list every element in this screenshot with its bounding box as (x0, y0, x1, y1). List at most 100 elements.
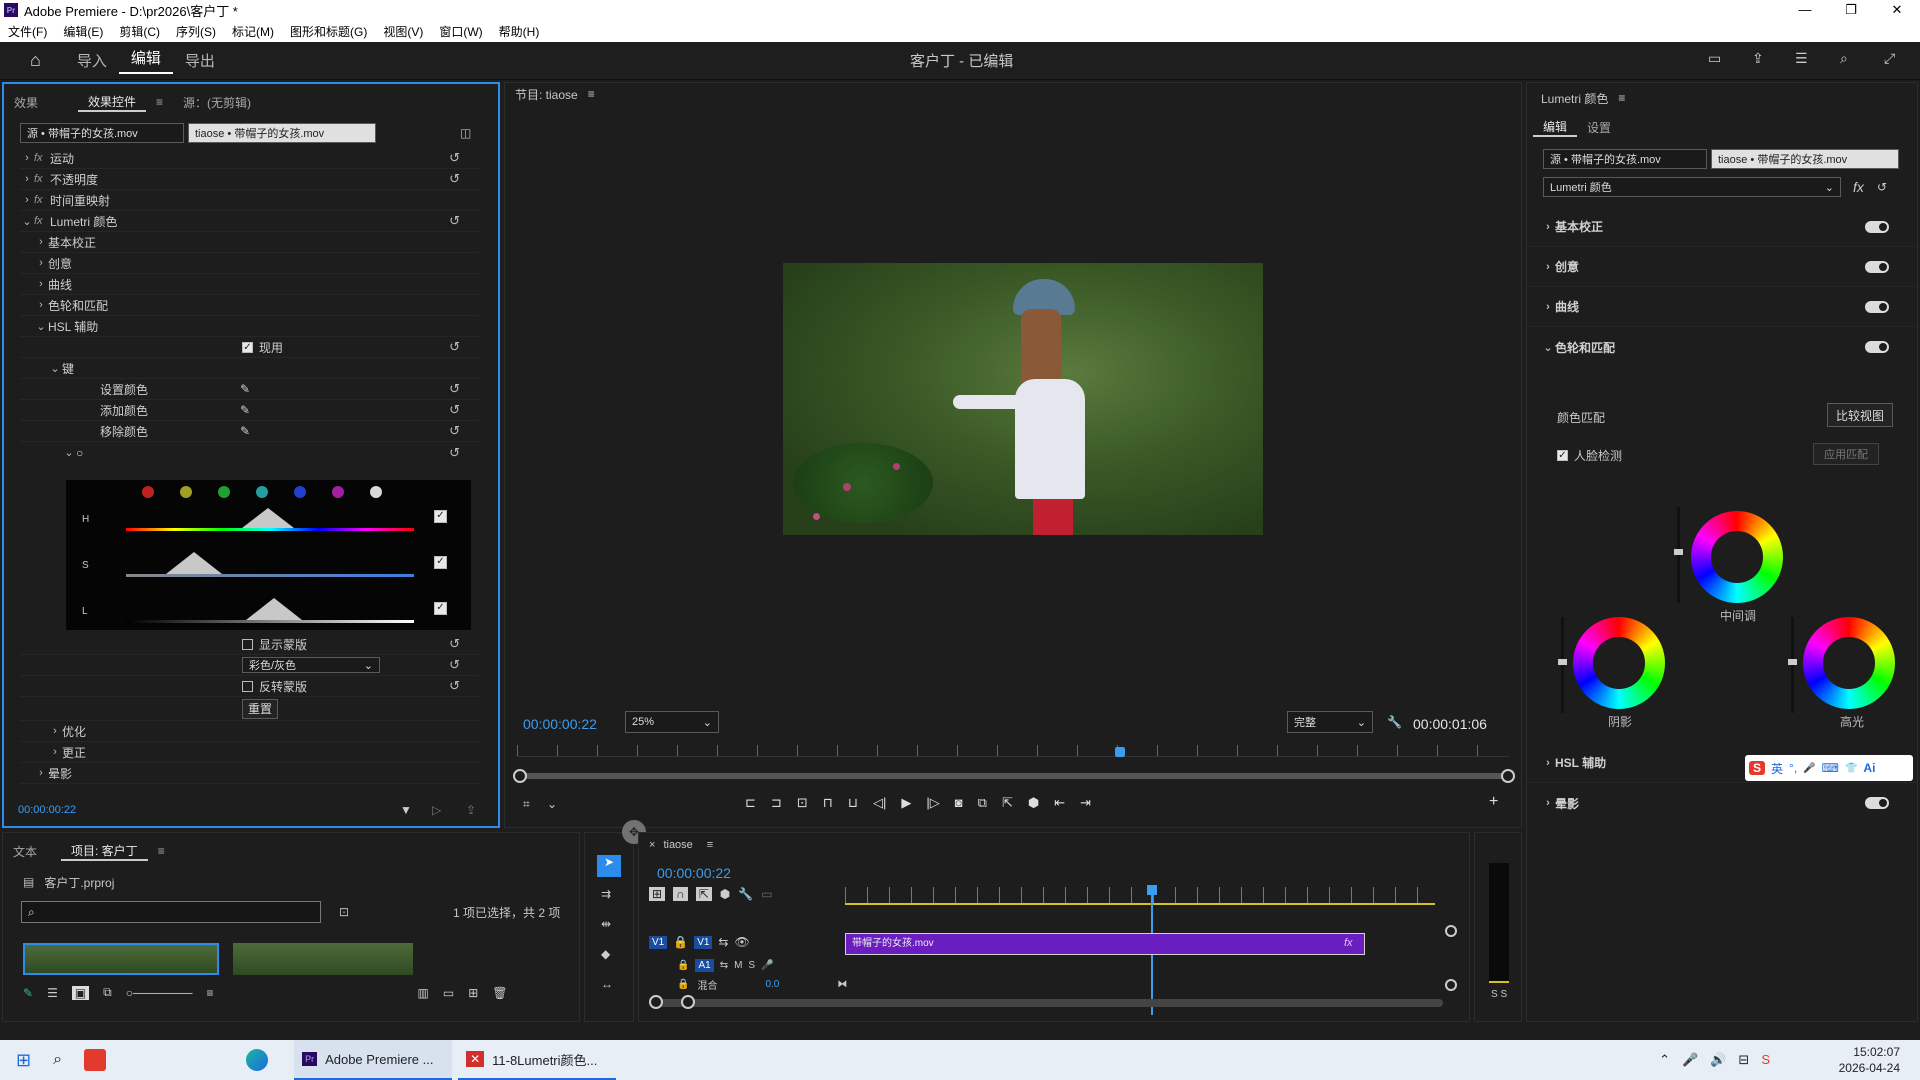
lock-icon[interactable]: 🔒 (673, 935, 688, 949)
blue-swatch[interactable] (294, 486, 306, 498)
tray-volume-icon[interactable]: 🔊 (1710, 1052, 1726, 1068)
lock-icon[interactable]: 🔒 (677, 960, 689, 971)
reset-icon[interactable]: ↺ (449, 657, 460, 673)
tab-project[interactable]: 项目: 客户丁 (61, 842, 148, 861)
reset-icon[interactable]: ↺ (1877, 180, 1887, 194)
luminance-slider[interactable] (126, 620, 414, 623)
shadows-wheel[interactable] (1573, 617, 1665, 709)
taskbar-premiere[interactable]: Pr Adobe Premiere ... (294, 1040, 453, 1080)
timeline-scrollbar[interactable] (653, 999, 1443, 1007)
eye-icon[interactable]: 👁 (734, 935, 749, 949)
red-swatch[interactable] (142, 486, 154, 498)
search-icon[interactable]: ⌕ (1840, 50, 1848, 67)
scroll-right-handle[interactable] (1501, 769, 1515, 783)
go-to-end-icon[interactable]: ⧓ (837, 979, 847, 990)
new-folder-icon[interactable]: ▭ (443, 986, 454, 1000)
settings-wrench-icon[interactable]: 🔧 (1387, 715, 1402, 729)
sync-icon[interactable]: ⇆ (718, 935, 728, 949)
ime-ai-icon[interactable]: Ai (1863, 761, 1875, 775)
ime-keyboard-icon[interactable]: ⌨ (1822, 761, 1839, 775)
lumetri-curves[interactable]: › 曲线 (20, 274, 478, 295)
scroll-handle[interactable] (649, 995, 663, 1009)
mark-out-icon[interactable]: ⊐ (771, 795, 782, 811)
play-audio-icon[interactable]: ▷ (432, 803, 441, 817)
razor-tool[interactable]: ◆ (601, 947, 610, 961)
tab-text[interactable]: 文本 (3, 843, 47, 860)
section-toggle[interactable] (1865, 797, 1889, 809)
reset-icon[interactable]: ↺ (449, 423, 460, 439)
automate-icon[interactable]: ▥ (418, 986, 429, 1000)
close-button[interactable]: ✕ (1874, 0, 1920, 20)
luminance-range-handle[interactable] (246, 598, 302, 620)
lumetri-section-creative[interactable]: › 创意 (1527, 247, 1917, 287)
compare-icon[interactable]: ⧉ (978, 795, 987, 811)
ime-skin-icon[interactable]: 👕 (1845, 763, 1857, 774)
hue-checkbox[interactable] (434, 510, 447, 523)
panel-toggle-icon[interactable]: ◫ (460, 126, 471, 140)
compare-view-button[interactable]: 比较视图 (1827, 403, 1893, 427)
taskbar-wps[interactable]: ✕ 11-8Lumetri颜色... (458, 1040, 617, 1080)
clock[interactable]: 15:02:07 2026-04-24 (1839, 1044, 1900, 1076)
export-frame-icon[interactable]: ⇱ (1002, 795, 1013, 811)
tab-effects[interactable]: 效果 (4, 94, 48, 111)
a1-target[interactable]: A1 (695, 959, 714, 972)
green-swatch[interactable] (218, 486, 230, 498)
tray-chevron-icon[interactable]: ⌃ (1659, 1052, 1670, 1068)
reset-icon[interactable]: ↺ (449, 150, 460, 166)
section-toggle[interactable] (1865, 260, 1889, 273)
settings-wrench-icon[interactable]: 🔧 (738, 887, 753, 901)
ime-mic-icon[interactable]: 🎤 (1803, 763, 1815, 774)
ime-language[interactable]: 英 (1771, 760, 1783, 777)
sort-icon[interactable]: ≡ (207, 986, 214, 1000)
freeform-view-icon[interactable]: ⧉ (103, 985, 112, 1000)
ime-punct[interactable]: °, (1789, 761, 1797, 775)
lumetri-source-tab[interactable]: 源 • 带帽子的女孩.mov (1543, 149, 1707, 169)
captions-icon[interactable]: ▭ (761, 887, 772, 901)
timeline-tab[interactable]: tiaose (663, 839, 692, 851)
refine-section[interactable]: › 优化 (20, 721, 478, 742)
v1-target[interactable]: V1 (694, 935, 713, 949)
tab-edit[interactable]: 编辑 (118, 47, 173, 74)
tab-import[interactable]: 导入 (65, 50, 119, 71)
search-input[interactable] (40, 904, 301, 920)
pencil-icon[interactable]: ✎ (23, 986, 33, 1000)
export-icon[interactable]: ⇪ (466, 803, 476, 817)
effect-row-lumetri[interactable]: ⌄ fx Lumetri 颜色 ↺ (20, 211, 478, 232)
panel-menu-icon[interactable]: ≡ (707, 839, 713, 851)
add-marker-icon[interactable]: ⬢ (720, 887, 730, 901)
menu-graphics[interactable]: 图形和标题(G) (282, 23, 375, 40)
menu-view[interactable]: 视图(V) (375, 23, 431, 40)
edge-icon[interactable] (246, 1049, 269, 1071)
section-toggle[interactable] (1865, 341, 1889, 353)
zoom-select[interactable]: 25% ⌄ (625, 711, 719, 733)
lumetri-section-curves[interactable]: › 曲线 (1527, 287, 1917, 327)
scroll-left-handle[interactable] (513, 769, 527, 783)
go-out-icon[interactable]: ⇥ (1080, 795, 1091, 811)
fx-icon[interactable]: fx (1853, 179, 1869, 195)
fx-badge-icon[interactable]: fx (1344, 937, 1360, 949)
panel-menu-icon[interactable]: ≡ (1618, 91, 1625, 105)
hsl-key-row[interactable]: ⌄ 键 (20, 358, 478, 379)
white-swatch[interactable] (370, 486, 382, 498)
reset-icon[interactable]: ↺ (449, 171, 460, 187)
eyedropper-icon[interactable]: ✎ (240, 424, 250, 438)
lumetri-hsl[interactable]: ⌄ HSL 辅助 (20, 316, 478, 337)
correction-section[interactable]: › 更正 (20, 742, 478, 763)
filter-icon[interactable]: ▼ (400, 803, 412, 817)
monitor-ruler[interactable] (517, 745, 1509, 757)
menu-edit[interactable]: 编辑(E) (55, 23, 111, 40)
effect-row-time-remap[interactable]: › fx 时间重映射 (20, 190, 478, 211)
workspace-icon[interactable]: ▭ (1708, 50, 1721, 67)
monitor-scrollbar[interactable] (517, 773, 1509, 779)
sequence-clip-tab[interactable]: tiaose • 带帽子的女孩.mov (188, 123, 376, 143)
mute-button[interactable]: M (734, 960, 742, 971)
shadows-slider[interactable] (1558, 617, 1567, 713)
snap-icon[interactable]: ∩ (673, 887, 688, 901)
extract-icon[interactable]: ⊔ (848, 795, 858, 811)
v1-source-patch[interactable]: V1 (649, 935, 668, 949)
clip-thumbnail[interactable] (23, 943, 219, 975)
reset-icon[interactable]: ↺ (449, 339, 460, 355)
fullscreen-icon[interactable]: ⤢ (1884, 50, 1895, 67)
slip-tool[interactable]: ↔ (601, 977, 613, 991)
reset-icon[interactable]: ↺ (449, 381, 460, 397)
